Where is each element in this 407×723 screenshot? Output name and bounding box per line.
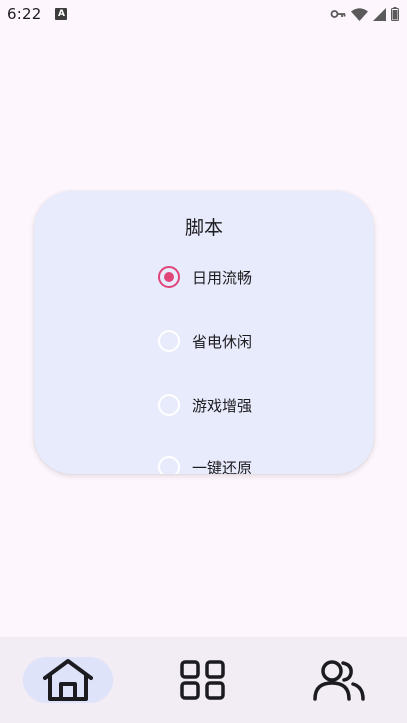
dialog-title: 脚本: [184, 217, 223, 239]
screen: 6:22 A 脚本 日用流畅 省电休闲 游戏增强 一键还原: [0, 0, 407, 723]
option-label: 游戏增强: [192, 396, 253, 415]
radio-button[interactable]: [158, 394, 180, 416]
vpn-key-icon: [330, 8, 346, 20]
notification-a-icon: A: [55, 8, 68, 20]
status-time: 6:22: [7, 5, 42, 23]
wifi-icon: [351, 7, 368, 21]
status-bar: 6:22 A: [0, 0, 407, 28]
status-icons: [330, 7, 399, 21]
option-label: 省电休闲: [192, 332, 253, 351]
option-game-boost[interactable]: 游戏增强: [158, 389, 358, 421]
radio-button[interactable]: [158, 456, 180, 474]
users-icon: [312, 659, 366, 701]
nav-item-home[interactable]: [23, 657, 113, 703]
radio-button-selected[interactable]: [158, 266, 180, 288]
option-one-click-restore[interactable]: 一键还原: [158, 451, 358, 474]
grid-icon: [179, 660, 227, 700]
battery-icon: [391, 7, 399, 21]
script-dialog-card: 脚本 日用流畅 省电休闲 游戏增强 一键还原: [34, 191, 374, 474]
option-label: 日用流畅: [192, 268, 253, 287]
option-power-saving[interactable]: 省电休闲: [158, 325, 358, 357]
option-label: 一键还原: [192, 458, 253, 475]
nav-item-users[interactable]: [294, 657, 384, 703]
signal-icon: [373, 7, 386, 21]
option-daily-smooth[interactable]: 日用流畅: [158, 261, 358, 293]
radio-button[interactable]: [158, 330, 180, 352]
bottom-navigation: [0, 637, 407, 723]
home-icon: [41, 658, 95, 702]
nav-item-apps[interactable]: [158, 657, 248, 703]
